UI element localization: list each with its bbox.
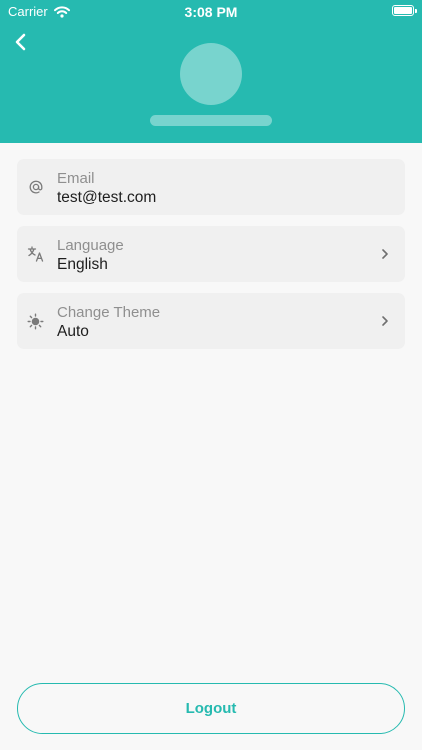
profile-header: Carrier 3:08 PM [0,0,422,143]
status-bar: Carrier 3:08 PM [0,0,422,22]
theme-value: Auto [57,323,89,340]
avatar [180,43,242,105]
theme-icon [26,311,46,331]
back-button[interactable] [8,28,36,56]
email-value: test@test.com [57,189,157,206]
battery-icon [392,5,417,16]
chevron-right-icon [382,249,388,259]
theme-label: Change Theme [57,304,161,321]
chevron-left-icon [15,33,26,51]
language-row[interactable]: Language English [17,226,405,282]
chevron-right-icon [382,316,388,326]
at-sign-icon [26,177,46,197]
language-value: English [57,256,108,273]
language-label: Language [57,237,124,254]
email-label: Email [57,170,95,187]
name-placeholder [150,115,272,126]
theme-row[interactable]: Change Theme Auto [17,293,405,349]
logout-button[interactable]: Logout [17,683,405,734]
email-row: Email test@test.com [17,159,405,215]
translate-icon [26,244,46,264]
status-time: 3:08 PM [184,4,238,20]
